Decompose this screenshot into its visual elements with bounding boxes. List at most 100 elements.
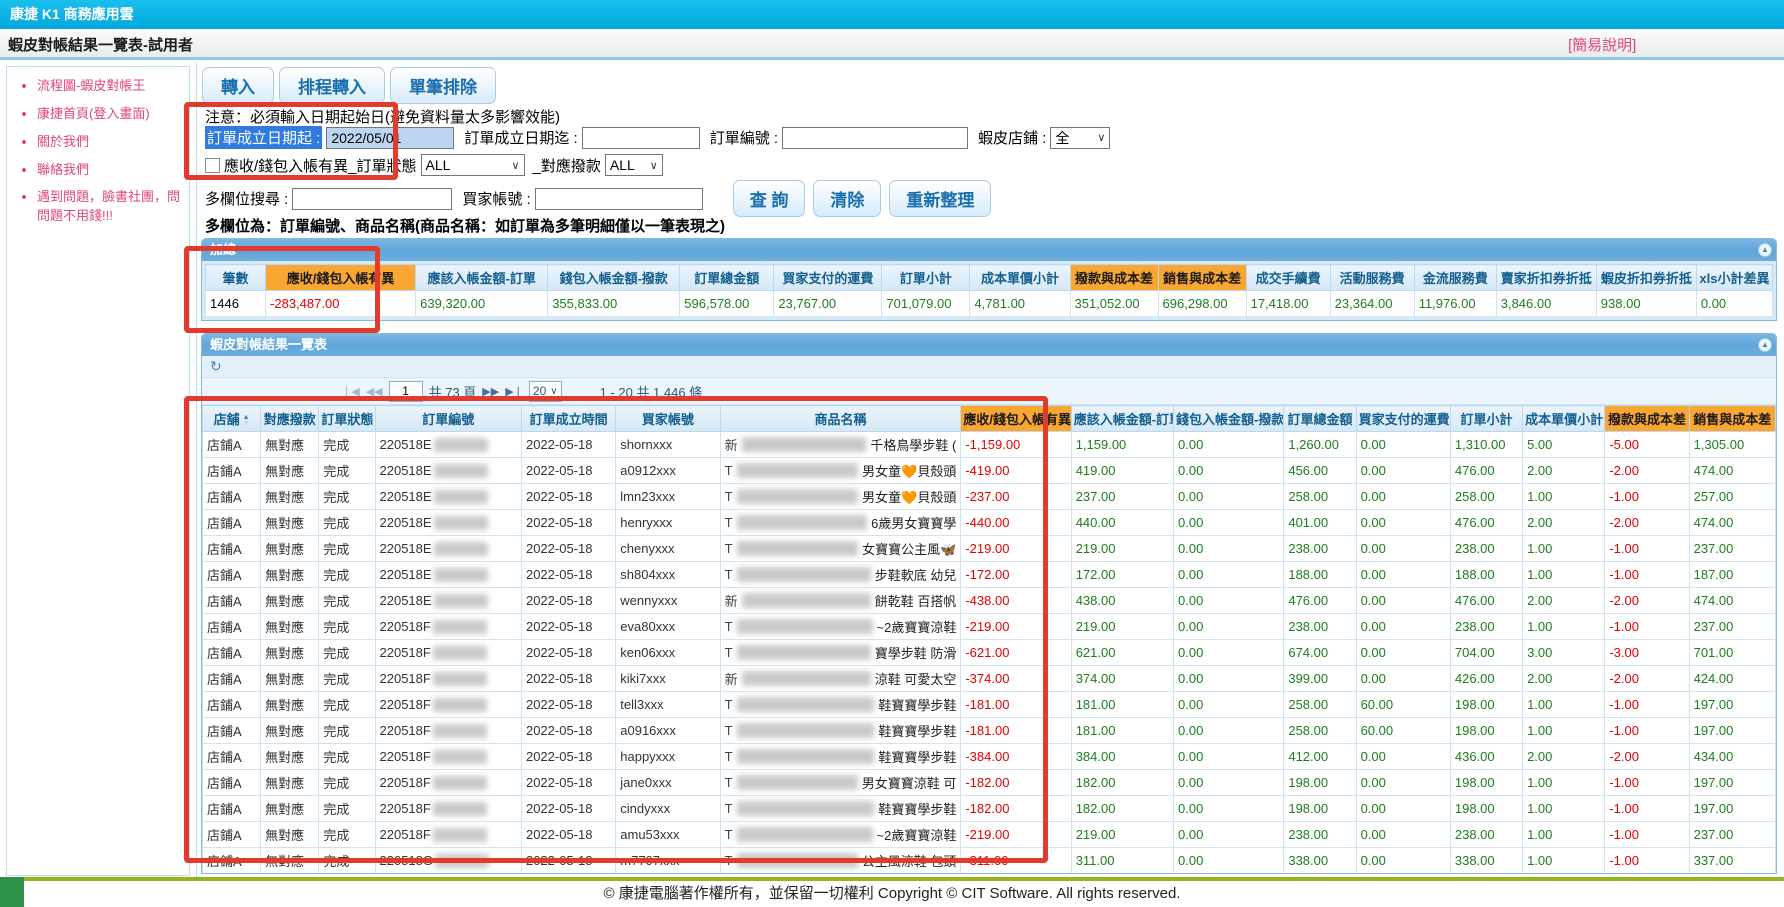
amount-value: 0.00 <box>1178 541 1203 556</box>
payout-select[interactable]: ALL ∨ <box>605 154 663 176</box>
cell-amount: 1.00 <box>1523 692 1605 718</box>
reload-grid-icon[interactable]: ↻ <box>210 358 222 375</box>
results-column-header[interactable]: 商品名稱 <box>720 406 961 432</box>
amount-value: 238.00 <box>1288 619 1328 634</box>
summary-value: 938.00 <box>1601 296 1641 311</box>
table-row[interactable]: 店鋪A無對應完成220518F2022-05-18tell3xxxT鞋寶寶學步鞋… <box>203 692 1776 718</box>
blurred-product-name <box>737 749 875 764</box>
results-column-header[interactable]: 對應撥款 <box>261 406 319 432</box>
table-row[interactable]: 店鋪A無對應完成220518F2022-05-18ken06xxxT寶學步鞋 防… <box>203 640 1776 666</box>
table-row[interactable]: 店鋪A無對應完成220518E2022-05-18lmn23xxxT男女童🧡貝殼… <box>203 484 1776 510</box>
multi-search-input[interactable] <box>292 188 452 210</box>
help-link[interactable]: [簡易說明] <box>1568 34 1636 55</box>
collapse-up-icon[interactable]: ▲ <box>1758 243 1772 257</box>
query-button[interactable]: 查 詢 <box>733 180 806 217</box>
results-column-header[interactable]: 買家支付的運費 <box>1356 406 1450 432</box>
cell-amount: 2.00 <box>1523 458 1605 484</box>
cell-amount: 0.00 <box>1174 718 1284 744</box>
sidebar-link[interactable]: 康捷首頁(登入畫面) <box>37 105 189 124</box>
table-row[interactable]: 店鋪A無對應完成220518E2022-05-18shornxxx新千格鳥學步鞋… <box>203 432 1776 458</box>
toolbar-button[interactable]: 轉入 <box>202 67 274 104</box>
cell-order-date: 2022-05-18 <box>521 640 615 666</box>
results-column-header[interactable]: 店舖▲▼ <box>203 406 261 432</box>
results-column-header[interactable]: 訂單總金額 <box>1284 406 1356 432</box>
order-no-prefix: 220518E <box>380 515 432 530</box>
results-column-header[interactable]: 銷售與成本差 <box>1689 406 1775 432</box>
toolbar-button[interactable]: 單筆排除 <box>390 67 496 104</box>
table-row[interactable]: 店鋪A無對應完成220518F2022-05-18cindyxxxT鞋寶寶學步鞋… <box>203 796 1776 822</box>
collapse-up-icon[interactable]: ▲ <box>1758 338 1772 352</box>
results-column-header[interactable]: 應該入帳金額-訂單 <box>1071 406 1173 432</box>
clear-button[interactable]: 清除 <box>813 180 881 217</box>
buyer-input[interactable] <box>535 188 703 210</box>
results-column-header[interactable]: 錢包入帳金額-撥款 <box>1174 406 1284 432</box>
page-number-input[interactable] <box>389 381 423 402</box>
refresh-button[interactable]: 重新整理 <box>889 180 991 217</box>
results-column-header[interactable]: 訂單成立時間 <box>521 406 615 432</box>
cell-order-date: 2022-05-18 <box>521 484 615 510</box>
table-row[interactable]: 店鋪A無對應完成220518G2022-05-18a0923xxxTW台灣現貨💕… <box>203 874 1776 875</box>
diff-checkbox[interactable] <box>205 158 220 173</box>
table-row[interactable]: 店鋪A無對應完成220518F2022-05-18jane0xxxT男女寶寶涼鞋… <box>203 770 1776 796</box>
results-column-header[interactable]: 訂單小計 <box>1450 406 1522 432</box>
sidebar-link[interactable]: 聯絡我們 <box>37 161 189 180</box>
sidebar-link[interactable]: 關於我們 <box>37 133 189 152</box>
summary-value: 596,578.00 <box>684 296 749 311</box>
cell-payout: 無對應 <box>261 718 319 744</box>
results-column-header[interactable]: 買家帳號 <box>616 406 720 432</box>
blurred-product-name <box>737 775 858 790</box>
table-row[interactable]: 店鋪A無對應完成220518F2022-05-18eva80xxxT~2歲寶寶涼… <box>203 614 1776 640</box>
table-row[interactable]: 店鋪A無對應完成220518E2022-05-18chenyxxxT女寶寶公主風… <box>203 536 1776 562</box>
cell-amount: 701.00 <box>1689 640 1775 666</box>
table-row[interactable]: 店鋪A無對應完成220518E2022-05-18sh804xxxT步鞋軟底 幼… <box>203 562 1776 588</box>
multi-search-label: 多欄位搜尋 : <box>205 188 288 209</box>
table-row[interactable]: 店鋪A無對應完成220518E2022-05-18henryxxxT6歲男女寶寶… <box>203 510 1776 536</box>
cell-order-date: 2022-05-18 <box>521 822 615 848</box>
last-page-icon[interactable]: ▶❘ <box>505 385 523 398</box>
amount-value: 198.00 <box>1455 801 1495 816</box>
date-from-input[interactable] <box>326 127 454 149</box>
cell-shop: 店鋪A <box>203 796 261 822</box>
prev-page-icon[interactable]: ◀◀ <box>366 385 383 398</box>
results-column-header[interactable]: 訂單編號 <box>375 406 521 432</box>
date-to-input[interactable] <box>582 127 700 149</box>
shop-select[interactable]: 全 ∨ <box>1050 127 1110 149</box>
order-no-input[interactable] <box>782 127 968 149</box>
table-row[interactable]: 店鋪A無對應完成220518E2022-05-18a0912xxxT男女童🧡貝殼… <box>203 458 1776 484</box>
results-column-header[interactable]: 應收/錢包入帳有異 <box>961 406 1071 432</box>
sidebar-link[interactable]: 遇到問題，臉書社團，問問題不用錢!!! <box>37 188 189 226</box>
cell-order-no: 220518F <box>375 718 521 744</box>
first-page-icon[interactable]: ❘◀ <box>342 385 360 398</box>
next-page-icon[interactable]: ▶▶ <box>482 385 499 398</box>
amount-value: 1.00 <box>1527 775 1552 790</box>
table-row[interactable]: 店鋪A無對應完成220518F2022-05-18amu53xxxT~2歲寶寶涼… <box>203 822 1776 848</box>
table-row[interactable]: 店鋪A無對應完成220518F2022-05-18a0916xxxT鞋寶寶學步鞋… <box>203 718 1776 744</box>
table-row[interactable]: 店鋪A無對應完成220518G2022-05-18m7707xxxT公主風涼鞋 … <box>203 848 1776 874</box>
summary-value: -283,487.00 <box>270 296 339 311</box>
results-column-header[interactable]: 訂單狀態 <box>319 406 375 432</box>
cell-amount: 1,260.00 <box>1284 432 1356 458</box>
amount-value: -1.00 <box>1609 801 1639 816</box>
cell-shop: 店鋪A <box>203 744 261 770</box>
cell-amount: 337.00 <box>1689 848 1775 874</box>
payout-label: _對應撥款 <box>533 155 601 176</box>
table-row[interactable]: 店鋪A無對應完成220518F2022-05-18kiki7xxx新涼鞋 可愛太… <box>203 666 1776 692</box>
table-row[interactable]: 店鋪A無對應完成220518F2022-05-18happyxxxT鞋寶寶學步鞋… <box>203 744 1776 770</box>
toolbar-button[interactable]: 排程轉入 <box>279 67 385 104</box>
amount-value: -1.00 <box>1609 853 1639 868</box>
sidebar-link[interactable]: 流程圖-蝦皮對帳王 <box>37 77 189 96</box>
app-title: 康捷 K1 商務應用雲 <box>10 6 134 22</box>
cell-amount: 1.00 <box>1523 536 1605 562</box>
cell-shop: 店鋪A <box>203 614 261 640</box>
order-status-select[interactable]: ALL ∨ <box>421 154 525 176</box>
notice-text: 注意：必須輸入日期起始日(避免資料量太多影響效能) <box>205 106 560 127</box>
results-column-header[interactable]: 成本單價小計 <box>1523 406 1605 432</box>
summary-value: 17,418.00 <box>1251 296 1309 311</box>
product-name-prefix: T <box>725 541 733 556</box>
blurred-product-name <box>737 723 875 738</box>
order-status-value: ALL <box>426 157 451 173</box>
page-size-select[interactable]: 20 ∨ <box>529 381 562 402</box>
table-row[interactable]: 店鋪A無對應完成220518E2022-05-18wennyxxx新餅乾鞋 百搭… <box>203 588 1776 614</box>
cell-amount: -311.00 <box>961 848 1071 874</box>
results-column-header[interactable]: 撥款與成本差 <box>1605 406 1689 432</box>
